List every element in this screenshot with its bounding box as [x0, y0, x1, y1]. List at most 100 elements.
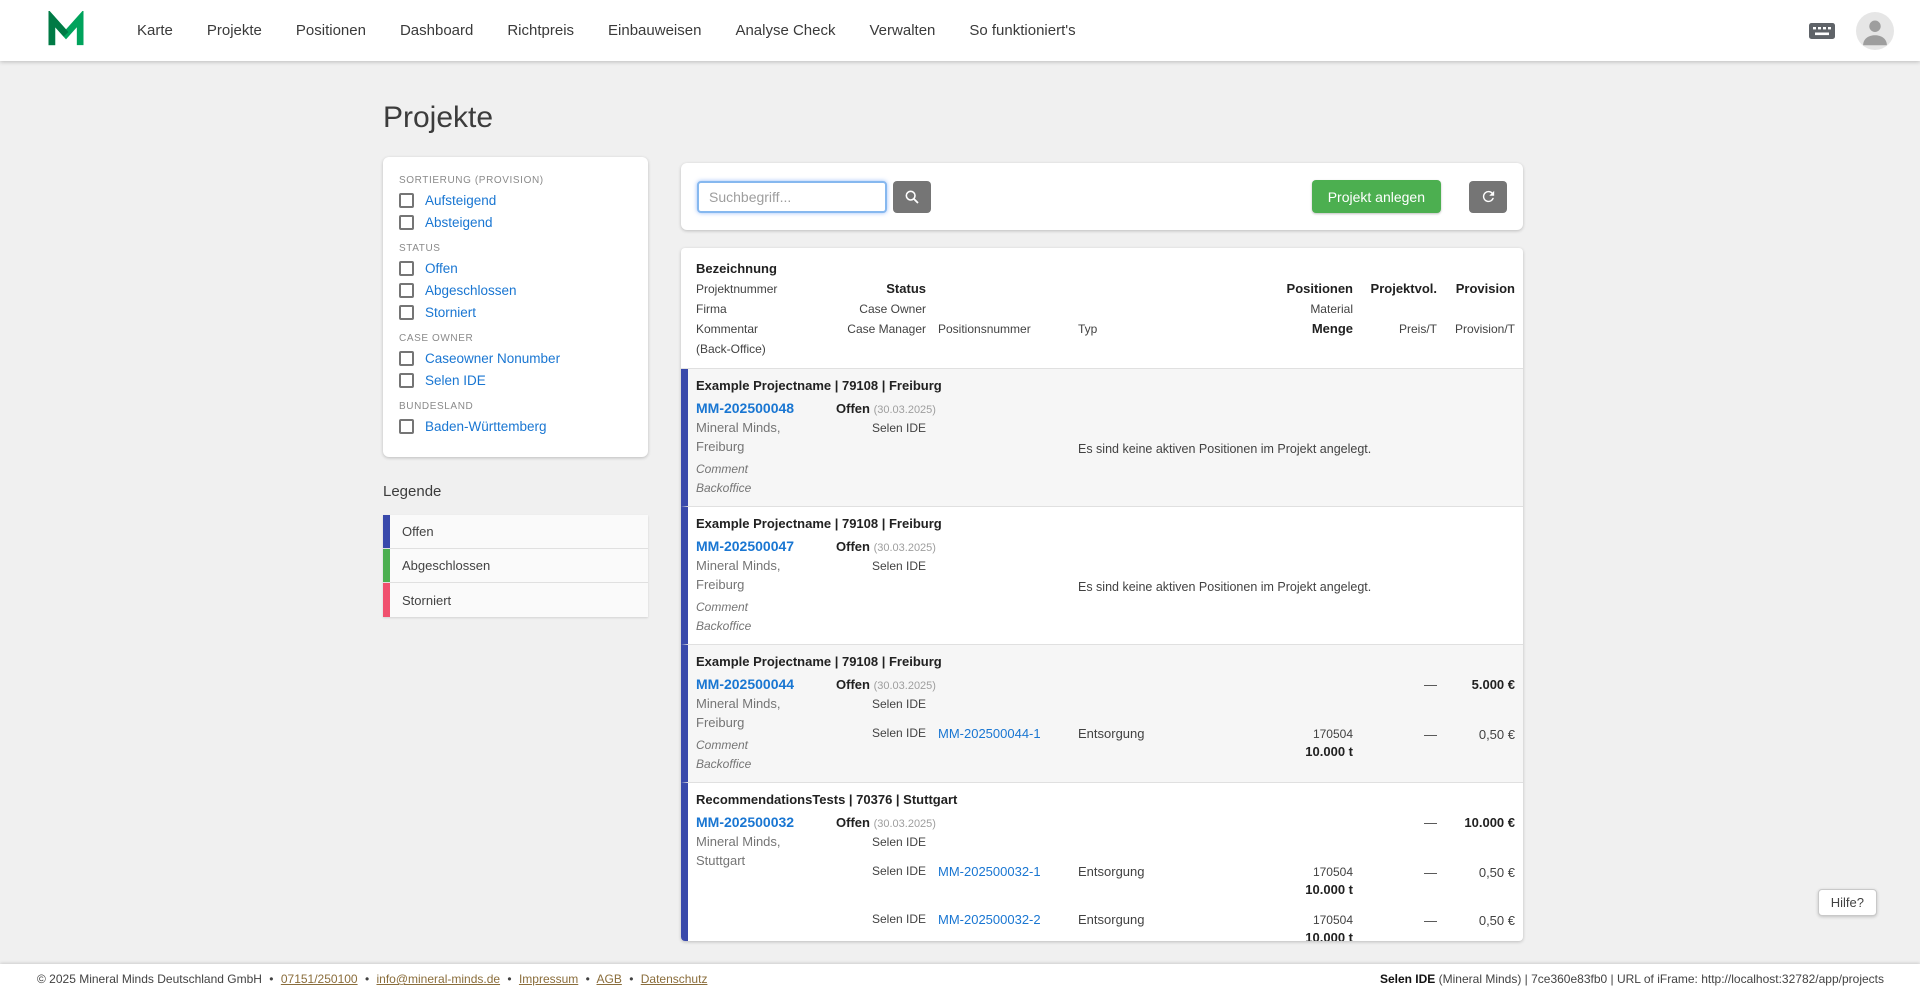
footer: © 2025 Mineral Minds Deutschland GmbH • …	[0, 964, 1920, 994]
project-title: Example Projectname | 79108 | Freiburg	[696, 378, 942, 393]
footer-agb-link[interactable]: AGB	[597, 972, 622, 986]
header-projektvol: Projektvol. Preis/T	[1370, 281, 1437, 336]
filter-option-label: Caseowner Nonumber	[425, 351, 561, 366]
project-number-link[interactable]: MM-202500048	[696, 399, 836, 418]
project-company: Mineral Minds, Freiburg	[696, 420, 781, 454]
filter-option-selen-ide[interactable]: Selen IDE	[399, 373, 632, 388]
footer-phone-link[interactable]: 07151/250100	[281, 972, 358, 986]
project-provision: 10.000 €	[1464, 815, 1515, 830]
user-avatar[interactable]	[1856, 11, 1894, 50]
filter-option-baden-wuerttemberg[interactable]: Baden-Württemberg	[399, 419, 632, 434]
project-status: Offen (30.03.2025) Selen IDE	[836, 815, 936, 849]
search-toolbar: Projekt anlegen	[681, 163, 1523, 230]
legend-title: Legende	[383, 483, 442, 500]
filter-option-absteigend[interactable]: Absteigend	[399, 215, 632, 230]
position-row[interactable]: Selen IDE MM-202500032-1 Entsorgung 1705…	[836, 863, 1515, 899]
filter-option-offen[interactable]: Offen	[399, 261, 632, 276]
filter-option-aufsteigend[interactable]: Aufsteigend	[399, 193, 632, 208]
page-content: Projekte SORTIERUNG (PROVISION) Aufsteig…	[0, 101, 1523, 941]
position-typ: Entsorgung	[1078, 864, 1145, 879]
project-title: Example Projectname | 79108 | Freiburg	[696, 516, 942, 531]
refresh-button[interactable]	[1469, 180, 1507, 213]
nav-projekte[interactable]: Projekte	[207, 22, 262, 39]
footer-email-link[interactable]: info@mineral-minds.de	[376, 972, 500, 986]
nav-dashboard[interactable]: Dashboard	[400, 22, 473, 39]
project-comment: Comment Backoffice	[696, 600, 752, 633]
position-preis: —	[1424, 865, 1437, 880]
nav-analyse-check[interactable]: Analyse Check	[735, 22, 835, 39]
legend-color-abgeschlossen	[383, 549, 390, 582]
project-provision: 5.000 €	[1471, 677, 1515, 692]
position-number-link[interactable]: MM-202500044-1	[938, 726, 1041, 741]
position-preis: —	[1424, 913, 1437, 928]
checkbox-icon[interactable]	[399, 261, 414, 276]
filter-section-sortierung: SORTIERUNG (PROVISION) Aufsteigend Abste…	[399, 175, 632, 230]
legend-row-abgeschlossen: Abgeschlossen	[383, 549, 648, 583]
search-button[interactable]	[893, 180, 931, 213]
nav-so-funktionierts[interactable]: So funktioniert's	[969, 22, 1075, 39]
footer-left: © 2025 Mineral Minds Deutschland GmbH • …	[37, 972, 708, 986]
nav-positionen[interactable]: Positionen	[296, 22, 366, 39]
header-status: Status Case Owner Case Manager	[847, 281, 926, 336]
project-number-link[interactable]: MM-202500032	[696, 813, 836, 832]
checkbox-icon[interactable]	[399, 215, 414, 230]
nav-einbauweisen[interactable]: Einbauweisen	[608, 22, 701, 39]
header-bezeichnung: Bezeichnung Projektnummer Firma Kommenta…	[696, 261, 778, 356]
position-material-menge: 170504 10.000 t	[1305, 865, 1353, 897]
create-project-button[interactable]: Projekt anlegen	[1311, 180, 1441, 213]
filter-section-title: SORTIERUNG (PROVISION)	[399, 175, 544, 186]
project-company: Mineral Minds, Freiburg	[696, 558, 781, 592]
nav-verwalten[interactable]: Verwalten	[870, 22, 936, 39]
filter-section-case-owner: CASE OWNER Caseowner Nonumber Selen IDE	[399, 333, 632, 388]
main-nav: Karte Projekte Positionen Dashboard Rich…	[137, 22, 1076, 39]
copyright-text: © 2025 Mineral Minds Deutschland GmbH	[37, 972, 262, 986]
position-provision: 0,50 €	[1478, 865, 1515, 880]
search-icon	[905, 190, 919, 204]
project-title: Example Projectname | 79108 | Freiburg	[696, 654, 942, 669]
footer-impressum-link[interactable]: Impressum	[519, 972, 578, 986]
project-status: Offen (30.03.2025) Selen IDE	[836, 539, 936, 573]
filter-section-bundesland: BUNDESLAND Baden-Württemberg	[399, 401, 632, 434]
project-row[interactable]: RecommendationsTests | 70376 | Stuttgart…	[681, 783, 1523, 941]
position-row[interactable]: Selen IDE MM-202500032-2 Entsorgung 1705…	[836, 911, 1515, 941]
help-button[interactable]: Hilfe?	[1817, 889, 1877, 916]
header-typ: Typ	[1078, 322, 1098, 336]
project-number-link[interactable]: MM-202500044	[696, 675, 836, 694]
filter-option-caseowner-nonumber[interactable]: Caseowner Nonumber	[399, 351, 632, 366]
footer-datenschutz-link[interactable]: Datenschutz	[641, 972, 708, 986]
legend-color-offen	[383, 515, 390, 548]
case-owner: Selen IDE	[871, 559, 926, 573]
checkbox-icon[interactable]	[399, 419, 414, 434]
mineral-minds-logo[interactable]	[45, 10, 87, 52]
legend-row-storniert: Storniert	[383, 583, 648, 617]
project-row[interactable]: Example Projectname | 79108 | Freiburg M…	[681, 369, 1523, 507]
position-row[interactable]: Selen IDE MM-202500044-1 Entsorgung 1705…	[836, 725, 1515, 761]
checkbox-icon[interactable]	[399, 373, 414, 388]
keyboard-icon[interactable]	[1808, 21, 1836, 41]
position-number-link[interactable]: MM-202500032-1	[938, 864, 1041, 879]
filter-section-title: CASE OWNER	[399, 333, 474, 344]
position-provision: 0,50 €	[1478, 727, 1515, 742]
project-row[interactable]: Example Projectname | 79108 | Freiburg M…	[681, 645, 1523, 783]
case-owner: Selen IDE	[871, 421, 926, 435]
checkbox-icon[interactable]	[399, 193, 414, 208]
position-provision: 0,50 €	[1478, 913, 1515, 928]
header-positionsnummer: Positionsnummer	[938, 322, 1031, 336]
position-number-link[interactable]: MM-202500032-2	[938, 912, 1041, 927]
legend-label: Abgeschlossen	[402, 558, 491, 573]
nav-karte[interactable]: Karte	[137, 22, 173, 39]
checkbox-icon[interactable]	[399, 351, 414, 366]
filter-option-label: Storniert	[425, 305, 477, 320]
legend-label: Offen	[402, 524, 434, 539]
filter-section-title: STATUS	[399, 243, 441, 254]
filter-option-storniert[interactable]: Storniert	[399, 305, 632, 320]
checkbox-icon[interactable]	[399, 305, 414, 320]
nav-richtpreis[interactable]: Richtpreis	[507, 22, 574, 39]
filter-section-title: BUNDESLAND	[399, 401, 474, 412]
table-header: Bezeichnung Projektnummer Firma Kommenta…	[681, 248, 1523, 369]
project-number-link[interactable]: MM-202500047	[696, 537, 836, 556]
search-input[interactable]	[697, 180, 887, 213]
checkbox-icon[interactable]	[399, 283, 414, 298]
filter-option-abgeschlossen[interactable]: Abgeschlossen	[399, 283, 632, 298]
project-row[interactable]: Example Projectname | 79108 | Freiburg M…	[681, 507, 1523, 645]
